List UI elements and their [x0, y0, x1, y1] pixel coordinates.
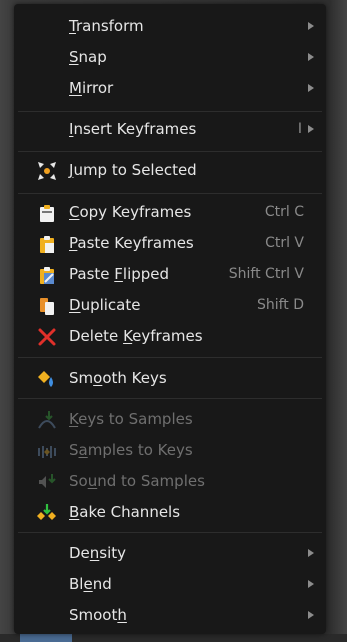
jump-to-selected-icon [38, 162, 56, 180]
menu-item-label: Keys to Samples [69, 410, 193, 428]
menu-item-label: Paste Flipped [69, 265, 170, 283]
menu-item-sound-to-samples[interactable]: Sound to Samples [14, 466, 326, 496]
menu-item-label: Jump to Selected [69, 161, 197, 179]
submenu-arrow-icon [308, 549, 314, 557]
menu-item-density[interactable]: Density [14, 538, 326, 568]
menu-item-samples-to-keys[interactable]: Samples to Keys [14, 435, 326, 465]
menu-separator [18, 357, 322, 358]
editor-active-tab[interactable] [20, 634, 72, 642]
menu-item-snap[interactable]: Snap [14, 42, 326, 72]
keys-to-samples-icon [38, 411, 56, 429]
menu-item-copy-keyframes[interactable]: Copy Keyframes Ctrl C [14, 197, 326, 227]
menu-item-shortcut: Ctrl V [265, 235, 304, 251]
menu-separator [18, 151, 322, 152]
menu-item-label: Smooth Keys [69, 369, 167, 387]
submenu-arrow-icon [308, 580, 314, 588]
menu-item-label: Mirror [69, 79, 114, 97]
menu-item-shortcut: Ctrl C [264, 204, 304, 220]
menu-item-smooth[interactable]: Smooth [14, 600, 326, 630]
smooth-keys-icon [38, 371, 53, 387]
menu-separator [18, 398, 322, 399]
menu-item-label: Delete Keyframes [69, 327, 203, 345]
menu-item-shortcut: Shift D [256, 297, 304, 313]
menu-item-label: Bake Channels [69, 503, 181, 521]
paste-keyframes-icon [40, 236, 54, 253]
menu-item-transform[interactable]: Transform [14, 11, 326, 41]
paste-flipped-icon [40, 267, 54, 284]
menu-item-jump-to-selected[interactable]: Jump to Selected [14, 155, 326, 185]
copy-keyframes-icon [40, 205, 54, 222]
menu-item-paste-flipped[interactable]: Paste Flipped Shift Ctrl V [14, 259, 326, 289]
submenu-arrow-icon [308, 84, 314, 92]
menu-item-shortcut: I [297, 121, 302, 137]
menu-item-keys-to-samples[interactable]: Keys to Samples [14, 404, 326, 434]
submenu-arrow-icon [308, 53, 314, 61]
menu-separator [18, 111, 322, 112]
duplicate-icon [40, 298, 54, 315]
menu-item-shortcut: Shift Ctrl V [228, 266, 304, 282]
menu-item-label: Density [69, 544, 127, 562]
menu-item-label: Blend [69, 575, 112, 593]
delete-keyframes-icon [38, 328, 56, 346]
bake-channels-icon [37, 504, 56, 520]
menu-item-label: Smooth [69, 606, 127, 624]
menu-item-duplicate[interactable]: Duplicate Shift D [14, 290, 326, 320]
menu-item-insert-keyframes[interactable]: Insert Keyframes I [14, 114, 326, 144]
menu-item-label: Insert Keyframes [69, 120, 197, 138]
menu-item-blend[interactable]: Blend [14, 569, 326, 599]
menu-separator [18, 193, 322, 194]
menu-item-bake-channels[interactable]: Bake Channels [14, 497, 326, 527]
menu-item-delete-keyframes[interactable]: Delete Keyframes [14, 321, 326, 351]
submenu-arrow-icon [308, 22, 314, 30]
menu-item-smooth-keys[interactable]: Smooth Keys [14, 363, 326, 393]
submenu-arrow-icon [308, 611, 314, 619]
samples-to-keys-icon [38, 446, 56, 458]
menu-item-label: Sound to Samples [69, 472, 205, 490]
menu-item-label: Samples to Keys [69, 441, 193, 459]
menu-item-label: Copy Keyframes [69, 203, 192, 221]
menu-item-label: Duplicate [69, 296, 141, 314]
menu-item-paste-keyframes[interactable]: Paste Keyframes Ctrl V [14, 228, 326, 258]
menu-item-mirror[interactable]: Mirror [14, 73, 326, 103]
menu-item-label: Transform [69, 17, 144, 35]
menu-separator [18, 532, 322, 533]
menu-item-label: Paste Keyframes [69, 234, 194, 252]
menu-item-label: Snap [69, 48, 107, 66]
sound-to-samples-icon [39, 474, 56, 488]
submenu-arrow-icon [308, 125, 314, 133]
